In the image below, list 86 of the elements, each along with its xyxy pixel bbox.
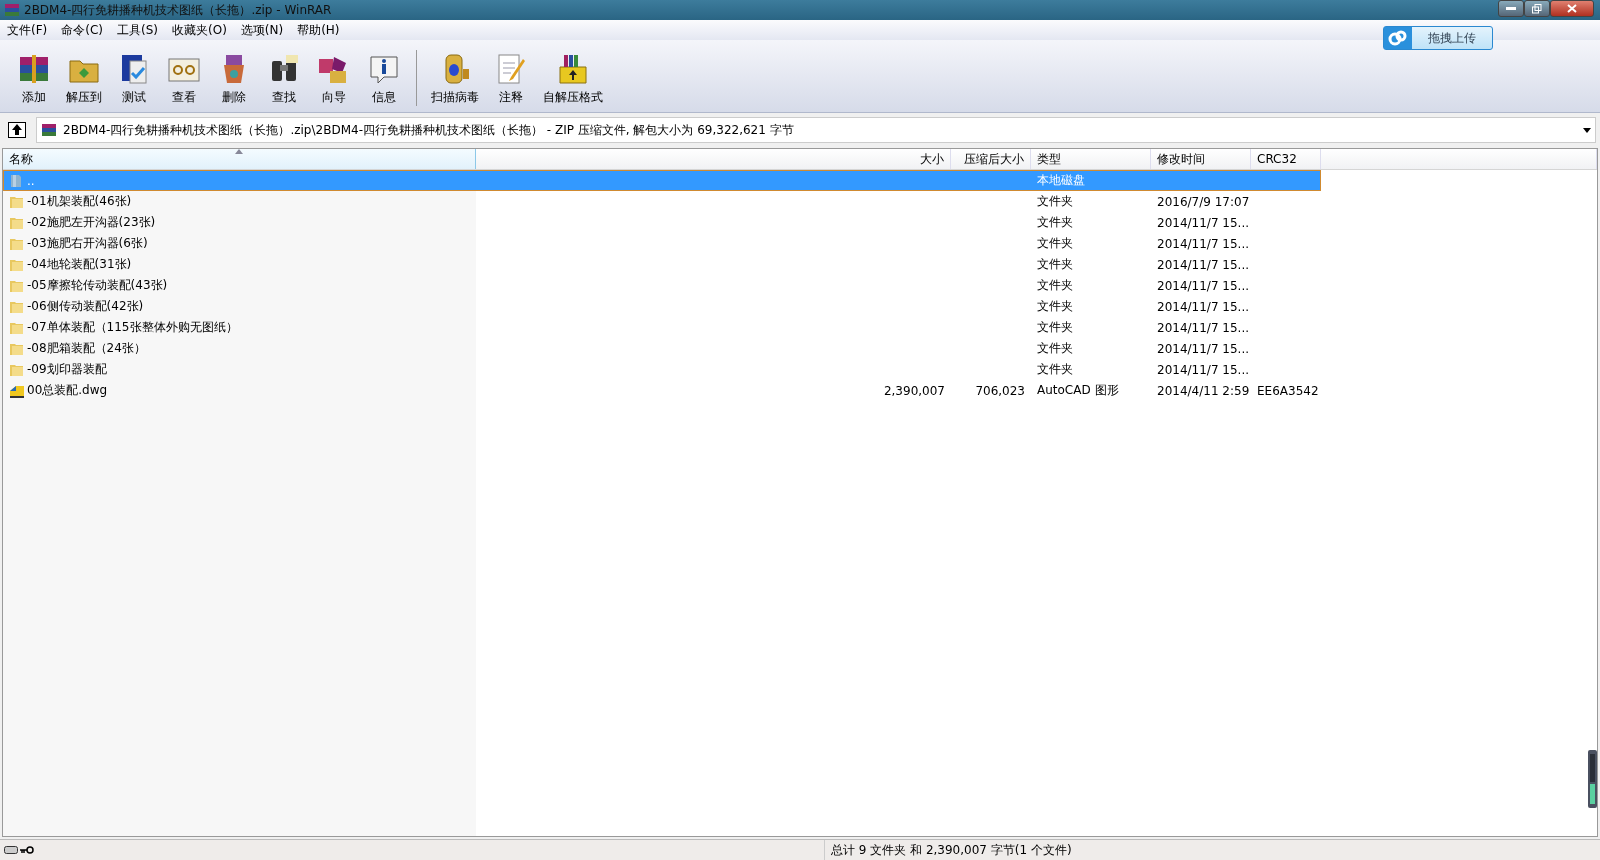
file-row[interactable]: 00总装配.dwg 2,390,007 706,023 AutoCAD 图形 2014/4/11 2:59 EE6A3542 <box>3 380 1597 401</box>
type-cell: 文件夹 <box>1037 341 1073 355</box>
file-name: 00总装配.dwg <box>27 382 108 399</box>
modified-cell: 2014/11/7 15... <box>1157 320 1250 335</box>
modified-cell: 2014/11/7 15... <box>1157 257 1250 272</box>
modified-cell: 2014/11/7 15... <box>1157 299 1250 314</box>
column-header[interactable]: 压缩后大小 <box>951 149 1031 169</box>
file-name: -07单体装配（115张整体外购无图纸） <box>27 319 238 336</box>
file-name: -02施肥左开沟器(23张) <box>27 214 156 231</box>
toolbar-button[interactable]: 信息 <box>360 51 408 106</box>
toolbar-button[interactable]: 扫描病毒 <box>425 51 485 106</box>
stacked-books-icon <box>41 122 57 138</box>
file-row[interactable]: -05摩擦轮传动装配(43张) 文件夹 2014/11/7 15... <box>3 275 1597 296</box>
type-cell: 文件夹 <box>1037 257 1073 271</box>
modified-cell: 2014/4/11 2:59 <box>1157 383 1250 398</box>
file-name: -01机架装配(46张) <box>27 193 132 210</box>
file-row[interactable]: -03施肥右开沟器(6张) 文件夹 2014/11/7 15... <box>3 233 1597 254</box>
menu-item[interactable]: 选项(N) <box>233 21 291 39</box>
column-header[interactable]: CRC32 <box>1251 149 1321 169</box>
cloud-icon <box>1388 30 1408 46</box>
file-row[interactable]: -08肥箱装配（24张） 文件夹 2014/11/7 15... <box>3 338 1597 359</box>
packed-size-cell: 706,023 <box>975 383 1025 398</box>
toolbar-button[interactable]: 查找 <box>260 51 308 106</box>
column-header[interactable]: 大小 <box>476 149 951 169</box>
file-row[interactable]: -07单体装配（115张整体外购无图纸） 文件夹 2014/11/7 15... <box>3 317 1597 338</box>
file-name: -09划印器装配 <box>27 361 107 378</box>
type-cell: 文件夹 <box>1037 362 1073 376</box>
minimize-button[interactable] <box>1498 0 1524 17</box>
window-title: 2BDM4-四行免耕播种机技术图纸（长拖）.zip - WinRAR <box>24 1 332 19</box>
type-cell: 文件夹 <box>1037 215 1073 229</box>
close-button[interactable] <box>1550 0 1594 17</box>
sort-arrow-icon <box>235 149 243 154</box>
file-row[interactable]: -02施肥左开沟器(23张) 文件夹 2014/11/7 15... <box>3 212 1597 233</box>
type-cell: 文件夹 <box>1037 278 1073 292</box>
menu-item[interactable]: 命令(C) <box>54 21 110 39</box>
file-row[interactable]: -09划印器装配 文件夹 2014/11/7 15... <box>3 359 1597 380</box>
toolbar-button[interactable]: 解压到 <box>60 51 108 106</box>
menu-item[interactable]: 工具(S) <box>110 21 165 39</box>
modified-cell: 2014/11/7 15... <box>1157 362 1250 377</box>
menu-item[interactable]: 帮助(H) <box>290 21 347 39</box>
modified-cell: 2014/11/7 15... <box>1157 278 1250 293</box>
toolbar-button[interactable]: 添加 <box>10 51 58 106</box>
close-icon <box>1567 4 1577 13</box>
restore-button[interactable] <box>1524 0 1550 17</box>
toolbar-button[interactable]: 注释 <box>487 51 535 106</box>
modified-cell: 2016/7/9 17:07 <box>1157 194 1250 209</box>
dropdown-caret-icon[interactable] <box>1583 127 1591 133</box>
size-cell: 2,390,007 <box>883 383 945 398</box>
status-text: 总计 9 文件夹 和 2,390,007 字节(1 个文件) <box>830 841 1072 859</box>
file-name: -04地轮装配(31张) <box>27 256 132 273</box>
type-cell: 文件夹 <box>1037 194 1073 208</box>
toolbar-button[interactable]: 删除 <box>210 51 258 106</box>
toolbar-button[interactable]: 自解压格式 <box>537 51 609 106</box>
key-icon <box>20 846 34 854</box>
type-cell: 文件夹 <box>1037 299 1073 313</box>
menu-item[interactable]: 收藏夹(O) <box>165 21 234 39</box>
file-row[interactable]: -06侧传动装配(42张) 文件夹 2014/11/7 15... <box>3 296 1597 317</box>
modified-cell: 2014/11/7 15... <box>1157 236 1250 251</box>
crc-cell: EE6A3542 <box>1257 383 1319 398</box>
modified-cell: 2014/11/7 15... <box>1157 215 1250 230</box>
file-name: -08肥箱装配（24张） <box>27 340 146 357</box>
address-field[interactable]: 2BDM4-四行免耕播种机技术图纸（长拖）.zip\2BDM4-四行免耕播种机技术图纸（长拖） - ZIP 压缩文件, 解包大小为 69,322,621 字节 <box>36 117 1596 143</box>
toolbar-button[interactable]: 查看 <box>160 51 208 106</box>
menu-item[interactable]: 文件(F) <box>0 21 55 39</box>
file-name: .. <box>27 173 35 188</box>
type-cell: AutoCAD 图形 <box>1037 383 1119 397</box>
file-row[interactable]: -01机架装配(46张) 文件夹 2016/7/9 17:07 <box>3 191 1597 212</box>
restore-icon <box>1532 3 1542 14</box>
toolbar-button[interactable]: 测试 <box>110 51 158 106</box>
type-cell: 文件夹 <box>1037 320 1073 334</box>
minimize-icon <box>1506 6 1516 11</box>
column-header[interactable]: 名称 <box>3 149 476 169</box>
upload-button[interactable]: 拖拽上传 <box>1383 26 1493 50</box>
file-name: -03施肥右开沟器(6张) <box>27 235 148 252</box>
level-meter-icon <box>1588 750 1597 808</box>
stacked-books-icon <box>4 2 20 18</box>
type-cell: 本地磁盘 <box>1037 173 1085 187</box>
column-header[interactable]: 修改时间 <box>1151 149 1251 169</box>
modified-cell: 2014/11/7 15... <box>1157 341 1250 356</box>
toolbar-button[interactable]: 向导 <box>310 51 358 106</box>
type-cell: 文件夹 <box>1037 236 1073 250</box>
column-header[interactable]: 类型 <box>1031 149 1151 169</box>
file-name: -05摩擦轮传动装配(43张) <box>27 277 168 294</box>
file-name: -06侧传动装配(42张) <box>27 298 144 315</box>
drive-icon <box>4 846 18 854</box>
file-row[interactable]: -04地轮装配(31张) 文件夹 2014/11/7 15... <box>3 254 1597 275</box>
